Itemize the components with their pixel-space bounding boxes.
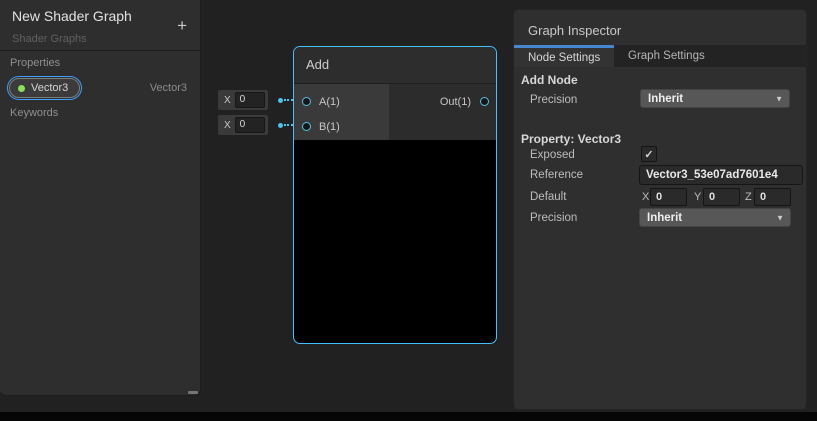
graph-inspector-panel: Graph Inspector Node Settings Graph Sett… [513,9,807,410]
property-precision-label: Precision [530,212,577,224]
chevron-down-icon: ▼ [776,213,784,222]
default-y-field[interactable]: 0 [703,188,740,206]
output-ports-area [389,84,496,140]
input-ports-area [294,84,389,140]
x-value-field[interactable]: 0 [235,92,265,108]
default-label: Default [530,191,566,203]
precision-label: Precision [530,94,577,106]
node-precision-dropdown[interactable]: Inherit ▼ [640,89,790,108]
default-y-label: Y [694,191,701,203]
add-node-section-title: Add Node [521,73,578,87]
port-out[interactable] [480,97,489,106]
reference-field[interactable]: Vector3_53e07ad7601e4 [639,165,803,185]
add-node-title: Add [306,47,329,83]
port-default-input-a: X 0 [218,90,268,110]
connection-dot [278,98,283,103]
inspector-tab-strip: Node Settings Graph Settings [514,45,806,67]
default-z-field[interactable]: 0 [754,188,791,206]
property-section-title: Property: Vector3 [521,132,621,146]
checkmark-icon: ✓ [644,148,653,161]
inspector-title: Graph Inspector [528,23,621,38]
properties-section-label[interactable]: Properties [10,57,60,69]
chevron-down-icon: ▼ [775,94,783,103]
exposed-checkbox[interactable]: ✓ [641,146,657,162]
port-out-label: Out(1) [440,96,471,108]
property-pill-body: Vector3 [9,78,80,98]
x-value-field[interactable]: 0 [235,117,265,133]
property-pill-vector3[interactable]: Vector3 [7,76,82,100]
graph-title: New Shader Graph [12,8,132,24]
port-a[interactable] [302,97,311,106]
node-precision-value: Inherit [648,93,683,105]
x-component-label: X [224,95,231,106]
keywords-section-label[interactable]: Keywords [10,107,58,119]
default-x-field[interactable]: 0 [650,188,687,206]
blackboard-panel: New Shader Graph + Shader Graphs Propert… [0,0,201,396]
add-property-button[interactable]: + [177,17,187,34]
shader-graph-window: New Shader Graph + Shader Graphs Propert… [0,0,817,421]
port-b-label: B(1) [319,121,340,133]
x-component-label: X [224,120,231,131]
add-node[interactable]: Add A(1) B(1) Out(1) [293,46,497,344]
connection-dot [278,123,283,128]
reference-label: Reference [530,169,583,181]
port-a-label: A(1) [319,96,340,108]
tab-node-settings[interactable]: Node Settings [514,45,614,67]
graph-subtitle: Shader Graphs [12,33,87,45]
property-precision-dropdown[interactable]: Inherit ▼ [639,208,791,227]
property-type-dot-icon [18,85,25,92]
property-precision-value: Inherit [647,212,682,224]
property-type-label: Vector3 [150,82,187,94]
window-bottom-edge [0,412,817,421]
property-pill-label: Vector3 [31,82,68,94]
divider [0,50,200,51]
add-node-header[interactable]: Add [294,47,496,84]
resize-handle[interactable] [188,391,198,394]
port-b[interactable] [302,122,311,131]
exposed-label: Exposed [530,149,575,161]
port-default-input-b: X 0 [218,115,268,135]
default-x-label: X [642,191,649,203]
default-z-label: Z [745,191,752,203]
tab-graph-settings[interactable]: Graph Settings [614,45,732,67]
